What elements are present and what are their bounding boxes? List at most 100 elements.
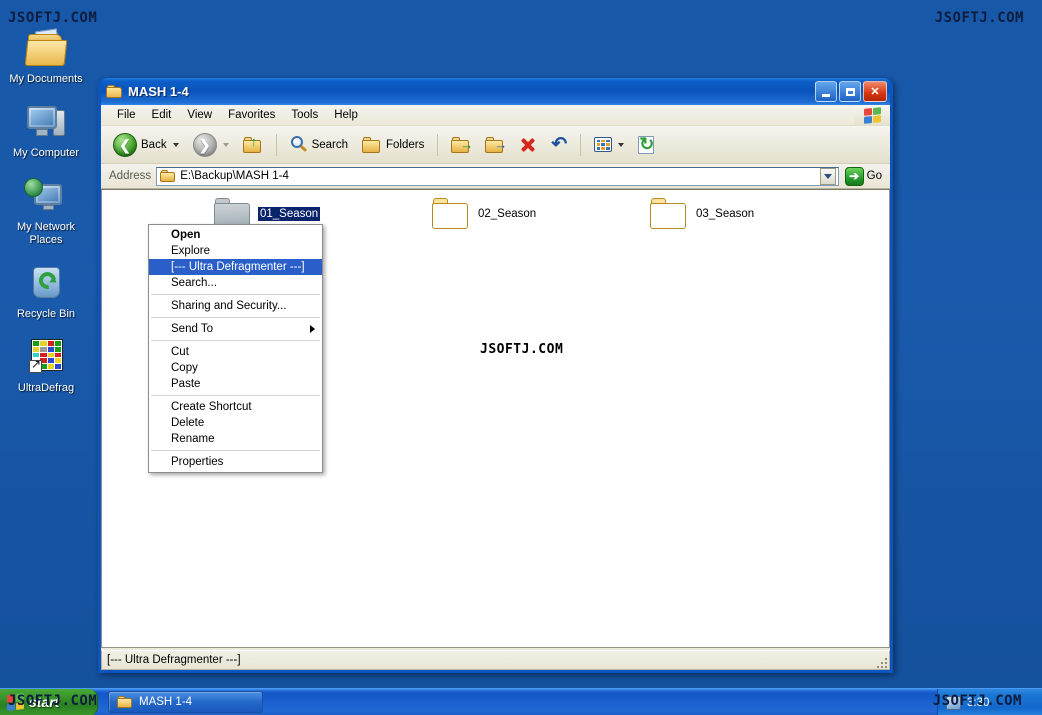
search-button[interactable]: Search xyxy=(284,132,354,158)
folder-icon xyxy=(160,169,176,183)
go-arrow-icon: ➔ xyxy=(844,166,864,186)
desktop-icon-ultradefrag[interactable]: UltraDefrag xyxy=(0,335,92,395)
folders-button[interactable]: Folders xyxy=(356,132,430,158)
context-menu-separator xyxy=(151,317,320,318)
menu-help[interactable]: Help xyxy=(326,107,366,123)
menu-file[interactable]: File xyxy=(109,107,144,123)
copy-to-button[interactable]: → xyxy=(479,132,511,158)
window-controls: ✕ xyxy=(815,81,887,102)
context-menu[interactable]: Open Explore [--- Ultra Defragmenter ---… xyxy=(148,224,323,473)
desktop-icon-list: My Documents My Computer My Network Plac… xyxy=(0,26,92,409)
search-label: Search xyxy=(311,138,349,151)
watermark-top-left: JSOFTJ.COM xyxy=(8,10,98,26)
folder-up-icon: ↑ xyxy=(242,135,263,154)
undo-button[interactable]: ↶ xyxy=(545,132,573,158)
views-grid-icon xyxy=(594,137,613,152)
taskbar-item-mash-1-4[interactable]: MASH 1-4 xyxy=(108,691,263,713)
context-menu-item-copy[interactable]: Copy xyxy=(149,360,322,376)
views-dropdown-icon[interactable] xyxy=(618,142,625,147)
address-dropdown-button[interactable] xyxy=(819,167,836,185)
back-button[interactable]: ❮ Back xyxy=(107,129,185,161)
close-button[interactable]: ✕ xyxy=(863,81,887,102)
context-menu-item-delete[interactable]: Delete xyxy=(149,415,322,431)
start-label: start xyxy=(29,694,60,710)
refresh-button[interactable] xyxy=(632,132,660,158)
file-item[interactable]: 02_Season xyxy=(430,196,538,230)
context-menu-item-sharing-and-security[interactable]: Sharing and Security... xyxy=(149,298,322,314)
maximize-button[interactable] xyxy=(839,81,861,102)
file-item-label: 03_Season xyxy=(696,208,755,220)
context-menu-item-explore[interactable]: Explore xyxy=(149,243,322,259)
context-menu-item-rename[interactable]: Rename xyxy=(149,431,322,447)
menu-edit[interactable]: Edit xyxy=(144,107,180,123)
context-menu-separator xyxy=(151,395,320,396)
forward-arrow-icon: ❯ xyxy=(192,132,217,157)
address-value: E:\Backup\MASH 1-4 xyxy=(180,170,289,182)
file-item[interactable]: 03_Season xyxy=(648,196,756,230)
address-bar: Address E:\Backup\MASH 1-4 ➔ Go xyxy=(101,164,890,189)
desktop-icon-label: Recycle Bin xyxy=(16,308,76,320)
status-bar: [--- Ultra Defragmenter ---] xyxy=(101,650,890,670)
toolbar-separator xyxy=(580,133,582,156)
tray-icon[interactable] xyxy=(946,695,961,710)
desktop-icon-label: UltraDefrag xyxy=(17,382,75,394)
refresh-icon xyxy=(638,134,654,154)
back-label: Back xyxy=(141,138,167,151)
menu-view[interactable]: View xyxy=(179,107,220,123)
context-menu-separator xyxy=(151,340,320,341)
watermark-center: JSOFTJ.COM xyxy=(480,342,564,357)
start-button[interactable]: start xyxy=(0,688,98,715)
address-input[interactable]: E:\Backup\MASH 1-4 xyxy=(156,166,839,186)
taskbar-item-label: MASH 1-4 xyxy=(139,696,193,708)
go-button[interactable]: ➔ Go xyxy=(844,166,886,187)
folder-icon xyxy=(117,695,133,709)
context-menu-separator xyxy=(151,294,320,295)
move-to-button[interactable]: → xyxy=(445,132,477,158)
desktop-icon-label: My Documents xyxy=(9,73,83,85)
windows-flag-icon xyxy=(863,106,881,124)
menu-favorites[interactable]: Favorites xyxy=(220,107,283,123)
status-text: [--- Ultra Defragmenter ---] xyxy=(107,654,241,666)
resize-grip[interactable] xyxy=(873,654,887,668)
menu-tools[interactable]: Tools xyxy=(283,107,326,123)
move-to-folder-icon: → xyxy=(451,136,473,154)
minimize-button[interactable] xyxy=(815,81,837,102)
context-menu-separator xyxy=(151,450,320,451)
forward-dropdown-icon[interactable] xyxy=(222,142,229,147)
shortcut-overlay-icon xyxy=(29,357,42,373)
window-titlebar[interactable]: MASH 1-4 ✕ xyxy=(101,78,890,105)
system-clock[interactable]: 3:30 xyxy=(967,697,989,709)
folders-label: Folders xyxy=(386,138,425,151)
desktop-icon-my-network-places[interactable]: My Network Places xyxy=(0,174,92,247)
context-menu-item-paste[interactable]: Paste xyxy=(149,376,322,392)
address-label: Address xyxy=(109,170,152,182)
desktop-icon-label: My Network Places xyxy=(16,221,76,246)
submenu-arrow-icon xyxy=(310,325,315,333)
context-menu-item-create-shortcut[interactable]: Create Shortcut xyxy=(149,399,322,415)
context-menu-item-ultra-defragmenter[interactable]: [--- Ultra Defragmenter ---] xyxy=(149,259,322,275)
ultradefrag-icon xyxy=(22,335,70,379)
delete-x-icon xyxy=(519,136,537,154)
views-button[interactable] xyxy=(588,133,630,156)
copy-to-folder-icon: → xyxy=(485,136,507,154)
context-menu-item-open[interactable]: Open xyxy=(149,227,322,243)
up-button[interactable]: ↑ xyxy=(237,132,269,158)
desktop-icon-my-documents[interactable]: My Documents xyxy=(0,26,92,86)
folders-icon xyxy=(362,136,382,154)
context-menu-item-properties[interactable]: Properties xyxy=(149,454,322,470)
desktop-icon-my-computer[interactable]: My Computer xyxy=(0,100,92,160)
context-menu-item-send-to[interactable]: Send To xyxy=(149,321,322,337)
delete-button[interactable] xyxy=(513,132,543,158)
desktop-icon-label: My Computer xyxy=(12,147,80,159)
context-menu-item-cut[interactable]: Cut xyxy=(149,344,322,360)
undo-arrow-icon: ↶ xyxy=(551,133,568,155)
context-menu-item-search[interactable]: Search... xyxy=(149,275,322,291)
desktop-icon-recycle-bin[interactable]: Recycle Bin xyxy=(0,261,92,321)
menu-bar: File Edit View Favorites Tools Help xyxy=(101,105,890,126)
back-dropdown-icon[interactable] xyxy=(172,142,179,147)
my-documents-icon xyxy=(22,26,70,70)
file-item-label: 02_Season xyxy=(478,208,537,220)
windows-logo-banner xyxy=(854,105,890,125)
forward-button[interactable]: ❯ xyxy=(187,129,235,161)
back-arrow-icon: ❮ xyxy=(113,132,137,157)
